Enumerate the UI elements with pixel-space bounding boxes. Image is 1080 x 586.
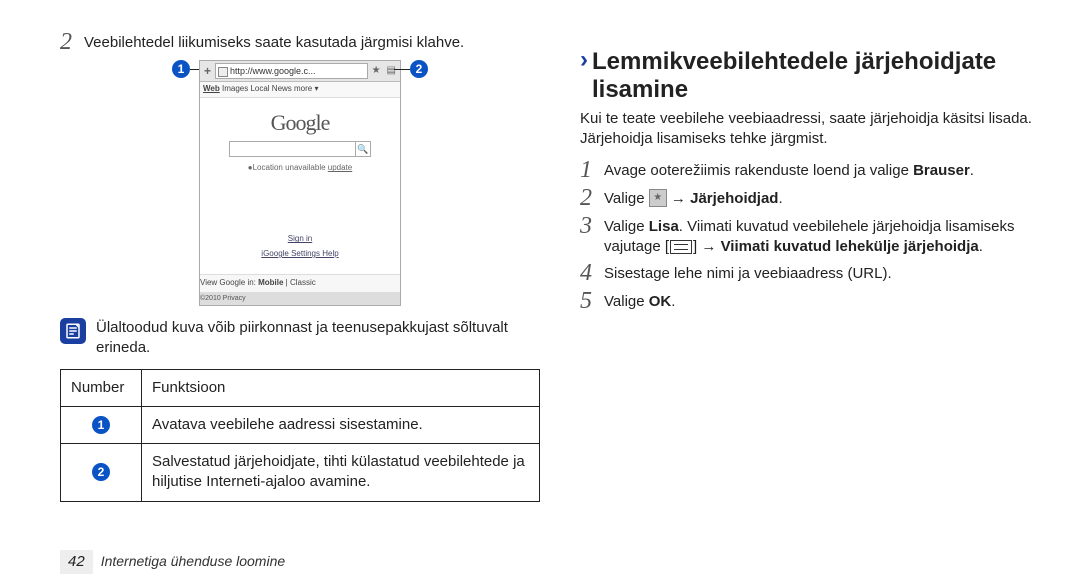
page-number: 42	[60, 550, 93, 574]
row1-desc: Avatava veebilehe aadressi sisestamine.	[142, 406, 540, 443]
step-text: Avage ooterežiimis rakenduste loend ja v…	[604, 158, 1040, 181]
url-text: http://www.google.c...	[230, 66, 316, 76]
bookmarks-panel-icon: ▤	[385, 64, 398, 78]
heading-text: Lemmikveebilehtedele järjehoidjate lisam…	[592, 48, 1040, 103]
badge-1: 1	[92, 416, 110, 434]
step-text: Sisestage lehe nimi ja veebiaadress (URL…	[604, 261, 1040, 284]
callout-line-2	[394, 69, 410, 70]
bookmark-icon: ★	[649, 189, 667, 207]
step-2-left: 2 Veebilehtedel liikumiseks saate kasuta…	[60, 30, 540, 54]
badge-2: 2	[92, 463, 110, 481]
step-number: 5	[580, 289, 604, 313]
section-name: Internetiga ühenduse loomine	[101, 552, 285, 571]
table-row: 1 Avatava veebilehe aadressi sisestamine…	[61, 406, 540, 443]
note-block: Ülaltoodud kuva võib piirkonnast ja teen…	[60, 318, 540, 359]
row2-desc: Salvestatud järjehoidjate, tihti külasta…	[142, 444, 540, 502]
menu-icon	[670, 240, 692, 254]
chevron-icon: ›	[580, 48, 588, 72]
new-tab-icon: +	[202, 63, 213, 79]
signin-link: Sign in	[200, 234, 400, 245]
section-heading: › Lemmikveebilehtedele järjehoidjate lis…	[580, 48, 1040, 103]
step-number: 4	[580, 261, 604, 285]
callout-2: 2	[410, 60, 428, 78]
col-header-number: Number	[61, 369, 142, 406]
copyright-line: ©2010 Privacy	[200, 292, 400, 305]
function-table: Number Funktsioon 1 Avatava veebilehe aa…	[60, 369, 540, 502]
step-text: Veebilehtedel liikumiseks saate kasutada…	[84, 30, 540, 53]
step-number: 2	[60, 30, 84, 54]
step-text: Valige Lisa. Viimati kuvatud veebilehele…	[604, 214, 1040, 258]
search-icon: 🔍	[355, 142, 370, 156]
step-1: 1 Avage ooterežiimis rakenduste loend ja…	[580, 158, 1040, 182]
note-text: Ülaltoodud kuva võib piirkonnast ja teen…	[96, 318, 540, 359]
page-icon	[218, 67, 228, 77]
note-icon	[60, 318, 86, 344]
bookmark-button-icon: ★	[370, 64, 383, 78]
location-line: ●Location unavailable update	[200, 163, 400, 174]
col-header-function: Funktsioon	[142, 369, 540, 406]
google-search-box: 🔍	[229, 141, 371, 157]
page-footer: 42 Internetiga ühenduse loomine	[60, 550, 285, 574]
step-4: 4 Sisestage lehe nimi ja veebiaadress (U…	[580, 261, 1040, 285]
intro-text: Kui te teate veebilehe veebiaadressi, sa…	[580, 109, 1040, 150]
url-field: http://www.google.c...	[215, 63, 368, 79]
step-number: 2	[580, 186, 604, 210]
browser-screenshot-figure: 1 + http://www.google.c... ★ ▤ Web Image…	[60, 60, 540, 306]
step-number: 1	[580, 158, 604, 182]
view-mode-line: View Google in: Mobile | Classic	[200, 274, 400, 292]
google-logo: Google	[200, 108, 400, 138]
google-tabs: Web Images Local News more ▾	[200, 82, 400, 98]
browser-frame: + http://www.google.c... ★ ▤ Web Images …	[199, 60, 401, 306]
google-footer-links: iGoogle Settings Help	[200, 249, 400, 260]
step-3: 3 Valige Lisa. Viimati kuvatud veebilehe…	[580, 214, 1040, 258]
table-row: 2 Salvestatud järjehoidjate, tihti külas…	[61, 444, 540, 502]
step-2: 2 Valige ★ → Järjehoidjad.	[580, 186, 1040, 210]
step-text: Valige ★ → Järjehoidjad.	[604, 186, 1040, 209]
step-5: 5 Valige OK.	[580, 289, 1040, 313]
address-bar: + http://www.google.c... ★ ▤	[200, 61, 400, 82]
step-number: 3	[580, 214, 604, 238]
step-text: Valige OK.	[604, 289, 1040, 312]
callout-1: 1	[172, 60, 190, 78]
